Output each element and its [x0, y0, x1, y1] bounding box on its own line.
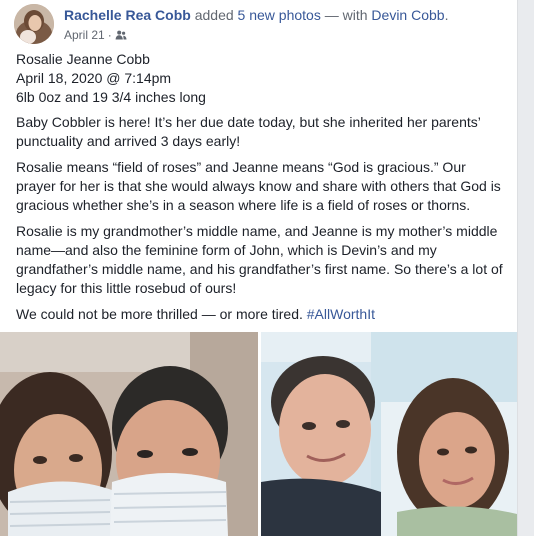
- post-header: Rachelle Rea Cobb added 5 new photos — w…: [14, 4, 504, 44]
- post-paragraph-last: We could not be more thrilled — or more …: [16, 305, 504, 324]
- post-paragraph: Rosalie is my grandmother’s middle name,…: [16, 223, 503, 296]
- photo-hospital-couple[interactable]: [261, 332, 517, 536]
- post-paragraph: Rosalie means “field of roses” and Jeann…: [16, 159, 501, 213]
- photos-link[interactable]: 5 new photos: [238, 7, 321, 23]
- photo-grid: [0, 332, 517, 536]
- birth-stats-line: 6lb 0oz and 19 3/4 inches long: [16, 89, 206, 105]
- end-punctuation: .: [444, 7, 449, 23]
- post-meta: April 21 ·: [64, 28, 127, 42]
- post-body: Rosalie Jeanne Cobb April 18, 2020 @ 7:1…: [16, 50, 504, 331]
- birth-date-line: April 18, 2020 @ 7:14pm: [16, 70, 172, 86]
- hashtag-link[interactable]: #AllWorthIt: [307, 306, 375, 322]
- closing-text: We could not be more thrilled — or more …: [16, 306, 303, 322]
- post-title-line: Rachelle Rea Cobb added 5 new photos — w…: [64, 7, 448, 23]
- post-paragraph: Baby Cobbler is here! It’s her due date …: [16, 114, 481, 149]
- meta-separator: ·: [107, 28, 112, 42]
- baby-name-line: Rosalie Jeanne Cobb: [16, 51, 150, 67]
- action-text: added: [194, 7, 234, 23]
- photo-masked-couple[interactable]: [0, 332, 258, 536]
- friends-icon[interactable]: [115, 29, 127, 41]
- post-date-link[interactable]: April 21: [64, 28, 105, 42]
- post-card: Rachelle Rea Cobb added 5 new photos — w…: [0, 0, 518, 536]
- post-paragraph-intro: Rosalie Jeanne Cobb April 18, 2020 @ 7:1…: [16, 50, 504, 107]
- author-name-link[interactable]: Rachelle Rea Cobb: [64, 7, 191, 23]
- with-text: — with: [324, 7, 368, 23]
- tagged-person-link[interactable]: Devin Cobb: [371, 7, 444, 23]
- author-avatar[interactable]: [14, 4, 54, 44]
